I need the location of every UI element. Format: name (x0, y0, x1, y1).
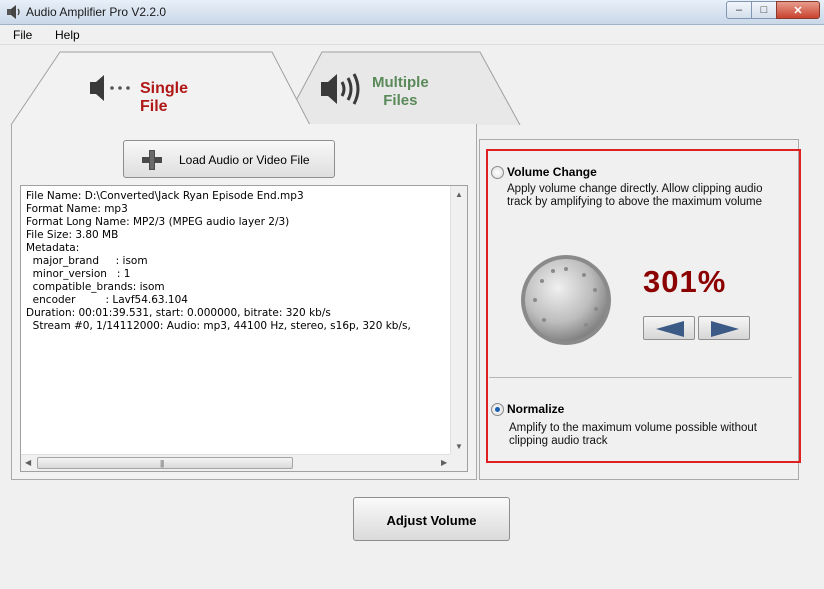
tab-single-file-label: Single File (140, 80, 189, 115)
title-bar: Audio Amplifier Pro V2.2.0 – □ ✕ (0, 0, 824, 25)
tab-multiple-line2: Files (383, 92, 418, 109)
minimize-button[interactable]: – (726, 1, 752, 19)
file-info-line: Format Name: mp3 (26, 203, 128, 215)
decrease-volume-button[interactable] (643, 316, 695, 340)
load-file-label: Load Audio or Video File (179, 153, 310, 167)
adjust-volume-label: Adjust Volume (386, 513, 477, 528)
file-info-line: encoder : Lavf54.63.104 (26, 294, 188, 306)
window-title: Audio Amplifier Pro V2.2.0 (26, 5, 167, 19)
options-divider (489, 377, 792, 378)
file-info-line: minor_version : 1 (26, 268, 131, 280)
scroll-right-icon[interactable]: ▶ (441, 458, 447, 467)
scroll-up-icon[interactable]: ▲ (455, 190, 463, 199)
grip-icon: ||| (160, 459, 164, 468)
speaker-waves-icon (321, 73, 360, 105)
app-speaker-icon (7, 5, 20, 19)
vertical-scrollbar[interactable]: ▲ ▼ (450, 186, 467, 456)
volume-change-radio[interactable] (491, 166, 504, 179)
tab-multiple-line1: Multiple (372, 74, 429, 91)
file-info-line: Format Long Name: MP2/3 (MPEG audio laye… (26, 216, 290, 228)
file-info-textbox[interactable]: File Name: D:\Converted\Jack Ryan Episod… (20, 185, 468, 472)
increase-volume-button[interactable] (698, 316, 750, 340)
horizontal-scroll-thumb[interactable]: ||| (37, 457, 293, 469)
adjust-volume-button[interactable]: Adjust Volume (353, 497, 510, 541)
scroll-left-icon[interactable]: ◀ (25, 458, 31, 467)
plus-icon (142, 150, 162, 170)
volume-change-description: Apply volume change directly. Allow clip… (507, 183, 763, 208)
file-info-text: File Name: D:\Converted\Jack Ryan Episod… (26, 190, 411, 333)
menu-file[interactable]: File (13, 28, 32, 42)
right-arrow-icon (711, 321, 739, 337)
file-info-line: Stream #0, 1/14112000: Audio: mp3, 44100… (26, 320, 411, 332)
volume-change-title[interactable]: Volume Change (507, 165, 597, 179)
scroll-down-icon[interactable]: ▼ (455, 442, 463, 451)
normalize-radio[interactable] (491, 403, 504, 416)
tab-multiple-files-label: Multiple Files (372, 74, 429, 110)
normalize-title[interactable]: Normalize (507, 402, 564, 416)
menu-help[interactable]: Help (55, 28, 80, 42)
volume-knob[interactable] (520, 254, 612, 346)
horizontal-scrollbar[interactable]: ◀ ||| ▶ (21, 454, 452, 471)
scroll-corner (450, 454, 467, 471)
file-info-line: File Name: D:\Converted\Jack Ryan Episod… (26, 190, 304, 202)
close-button[interactable]: ✕ (776, 1, 820, 19)
volume-percent: 301% (643, 264, 727, 299)
menu-bar: File Help (0, 25, 824, 45)
file-info-line: File Size: 3.80 MB (26, 229, 119, 241)
left-arrow-icon (656, 321, 684, 337)
load-file-button[interactable]: Load Audio or Video File (123, 140, 335, 178)
file-info-line: Metadata: (26, 242, 80, 254)
normalize-description: Amplify to the maximum volume possible w… (509, 422, 757, 447)
maximize-button[interactable]: □ (751, 1, 777, 19)
speaker-dots-icon (90, 75, 130, 101)
file-info-line: Duration: 00:01:39.531, start: 0.000000,… (26, 307, 331, 319)
file-info-line: major_brand : isom (26, 255, 148, 267)
file-info-line: compatible_brands: isom (26, 281, 165, 293)
